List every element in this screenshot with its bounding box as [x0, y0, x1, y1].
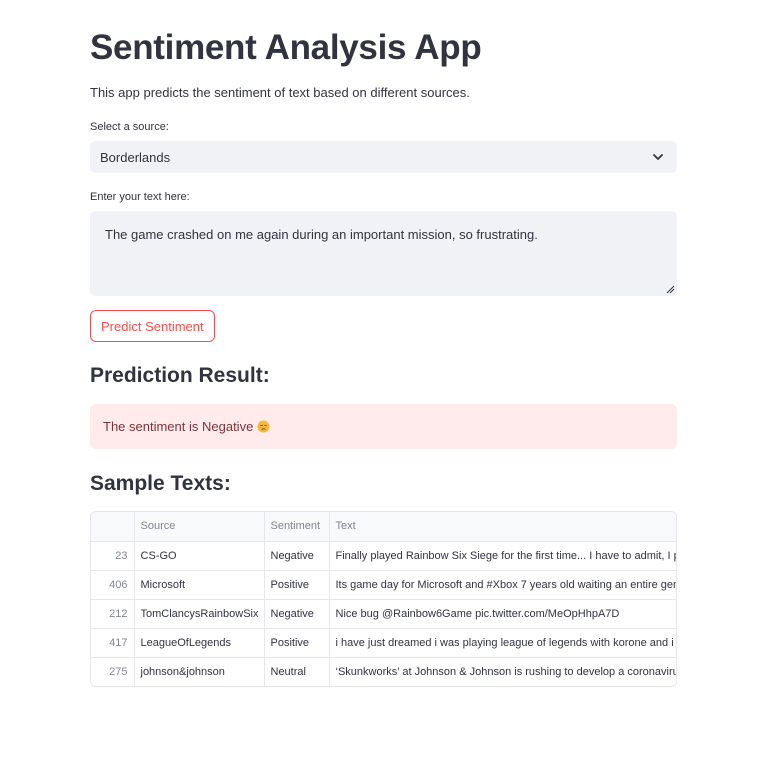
- prediction-result-heading: Prediction Result:: [90, 364, 270, 387]
- row-index: 23: [91, 541, 135, 571]
- predict-sentiment-button[interactable]: Predict Sentiment: [90, 310, 215, 342]
- table-row: 23 CS-GO Negative Finally played Rainbow…: [91, 541, 676, 571]
- cell-text[interactable]: i have just dreamed i was playing league…: [329, 628, 676, 658]
- cell-sentiment[interactable]: Neutral: [264, 657, 330, 686]
- cell-source[interactable]: Microsoft: [134, 570, 265, 600]
- text-input-area[interactable]: The game crashed on me again during an i…: [90, 211, 677, 296]
- cell-text[interactable]: ‘Skunkworks’ at Johnson & Johnson is rus…: [329, 657, 676, 686]
- samples-table: Source Sentiment Text 23 CS-GO Negative …: [91, 512, 676, 686]
- table-row: 275 johnson&johnson Neutral ‘Skunkworks’…: [91, 657, 676, 686]
- cell-sentiment[interactable]: Negative: [264, 599, 330, 629]
- row-index: 406: [91, 570, 135, 600]
- cell-text[interactable]: Finally played Rainbow Six Siege for the…: [329, 541, 676, 571]
- prediction-result-line: The sentiment is Negative: [103, 419, 270, 434]
- prediction-result-alert: The sentiment is Negative: [90, 404, 677, 449]
- cell-sentiment[interactable]: Positive: [264, 628, 330, 658]
- table-row: 417 LeagueOfLegends Positive i have just…: [91, 628, 676, 658]
- column-header-text[interactable]: Text: [329, 512, 676, 542]
- chevron-down-icon: [653, 154, 663, 160]
- table-header-row: Source Sentiment Text: [91, 512, 676, 542]
- row-index: 275: [91, 657, 135, 686]
- sample-texts-heading: Sample Texts:: [90, 472, 231, 495]
- cell-source[interactable]: TomClancysRainbowSix: [134, 599, 265, 629]
- cell-source[interactable]: LeagueOfLegends: [134, 628, 265, 658]
- table-row: 406 Microsoft Positive Its game day for …: [91, 570, 676, 600]
- row-index: 417: [91, 628, 135, 658]
- column-header-index[interactable]: [91, 512, 135, 542]
- source-select[interactable]: Borderlands: [90, 141, 677, 173]
- resize-handle-icon[interactable]: [665, 284, 675, 294]
- cell-text[interactable]: Nice bug @Rainbow6Game pic.twitter.com/M…: [329, 599, 676, 629]
- cell-sentiment[interactable]: Positive: [264, 570, 330, 600]
- cell-text[interactable]: Its game day for Microsoft and #Xbox 7 y…: [329, 570, 676, 600]
- sample-texts-table[interactable]: Source Sentiment Text 23 CS-GO Negative …: [90, 511, 677, 687]
- cell-source[interactable]: CS-GO: [134, 541, 265, 571]
- column-header-sentiment[interactable]: Sentiment: [264, 512, 330, 542]
- page-title: Sentiment Analysis App: [90, 28, 482, 67]
- column-header-source[interactable]: Source: [134, 512, 265, 542]
- app-description: This app predicts the sentiment of text …: [90, 85, 470, 100]
- prediction-message: The sentiment is Negative: [103, 419, 254, 434]
- source-select-label: Select a source:: [90, 121, 169, 133]
- row-index: 212: [91, 599, 135, 629]
- table-row: 212 TomClancysRainbowSix Negative Nice b…: [91, 599, 676, 629]
- cell-sentiment[interactable]: Negative: [264, 541, 330, 571]
- cell-source[interactable]: johnson&johnson: [134, 657, 265, 686]
- disappointed-face-icon: [257, 420, 270, 433]
- text-input-value: The game crashed on me again during an i…: [105, 227, 538, 242]
- text-input-label: Enter your text here:: [90, 191, 190, 203]
- source-select-value: Borderlands: [100, 150, 171, 165]
